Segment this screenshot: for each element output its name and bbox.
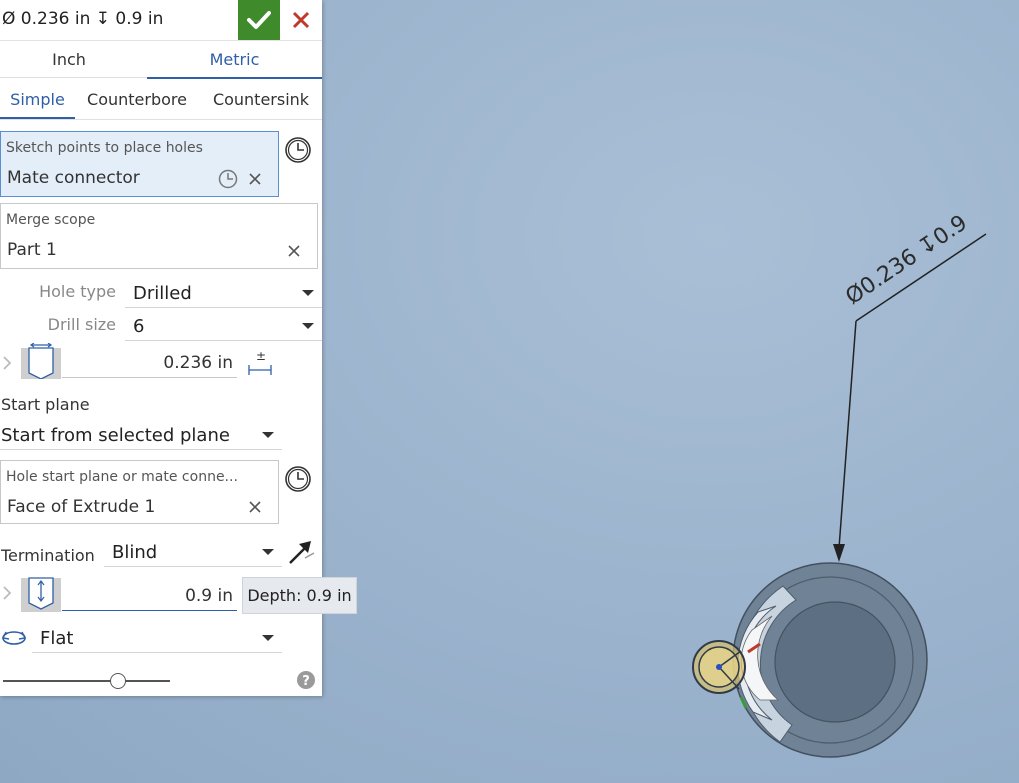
hole-depth-icon [21, 577, 61, 612]
merge-scope-field[interactable]: Merge scope Part 1 [0, 203, 318, 269]
hole-start-value[interactable]: Face of Extrude 1 [7, 497, 155, 517]
dialog-title: Ø 0.236 in ↧ 0.9 in [2, 9, 164, 29]
hole-start-label: Hole start plane or mate conne... [6, 469, 238, 485]
configure-clock-icon[interactable] [284, 465, 312, 493]
hole-type-value: Drilled [133, 283, 192, 304]
hole-part-model[interactable] [732, 562, 928, 758]
chevron-down-icon [302, 323, 314, 329]
merge-scope-value[interactable]: Part 1 [7, 240, 57, 260]
hole-style-tabs: Simple Counterbore Countersink [0, 80, 322, 120]
chevron-down-icon [262, 549, 274, 555]
start-plane-label: Start plane [1, 395, 90, 414]
chevron-down-icon [262, 635, 274, 641]
unit-tabs: Inch Metric [0, 40, 322, 79]
dialog-header: Ø 0.236 in ↧ 0.9 in [0, 0, 322, 41]
cancel-button[interactable] [280, 0, 322, 40]
direction-arrow-icon[interactable] [287, 538, 317, 566]
merge-scope-label: Merge scope [6, 212, 96, 228]
drill-size-value: 6 [133, 316, 145, 337]
configure-clock-icon[interactable] [284, 136, 312, 164]
slider-track[interactable] [3, 680, 170, 682]
clear-icon [249, 501, 261, 513]
tip-angle-select[interactable]: Flat [32, 624, 282, 653]
hole-type-select[interactable]: Drilled [125, 279, 322, 308]
hole-diameter-icon [21, 343, 61, 379]
tip-value: Flat [40, 628, 74, 649]
tab-inch[interactable]: Inch [0, 40, 138, 78]
hole-type-label: Hole type [39, 282, 116, 301]
flip-direction-icon[interactable] [0, 624, 28, 650]
clear-hole-start-button[interactable] [246, 498, 264, 516]
tab-countersink[interactable]: Countersink [205, 80, 317, 118]
chevron-down-icon [262, 432, 274, 438]
tab-simple[interactable]: Simple [0, 80, 75, 119]
history-clock-icon[interactable] [218, 169, 238, 189]
accept-button[interactable] [238, 0, 280, 40]
chevron-down-icon [302, 290, 314, 296]
diameter-input[interactable]: 0.236 in [62, 349, 237, 378]
svg-text:?: ? [302, 674, 310, 689]
mate-connector-icon[interactable] [692, 640, 746, 694]
expand-chevron-icon[interactable] [2, 355, 12, 371]
drill-size-label: Drill size [47, 315, 116, 334]
depth-input[interactable]: 0.9 in [62, 582, 237, 611]
clear-icon [288, 245, 300, 257]
checkmark-icon [247, 11, 271, 29]
tab-metric[interactable]: Metric [147, 40, 322, 79]
termination-label: Termination [1, 546, 95, 565]
termination-select[interactable]: Blind [104, 538, 282, 567]
svg-text:±: ± [256, 350, 266, 363]
clear-merge-scope-button[interactable] [285, 242, 303, 260]
help-icon[interactable]: ? [296, 670, 316, 690]
depth-tooltip: Depth: 0.9 in [242, 577, 357, 614]
sketch-points-value[interactable]: Mate connector [7, 168, 140, 188]
termination-value: Blind [112, 542, 158, 563]
tab-counterbore[interactable]: Counterbore [80, 80, 194, 118]
start-plane-value: Start from selected plane [1, 425, 230, 446]
clear-sketch-points-button[interactable] [246, 170, 264, 188]
sketch-points-label: Sketch points to place holes [6, 140, 203, 156]
expand-chevron-icon[interactable] [2, 585, 12, 601]
drill-size-select[interactable]: 6 [125, 312, 322, 341]
start-plane-select[interactable]: Start from selected plane [0, 421, 282, 450]
callout-leader-line-2 [838, 320, 857, 549]
hole-callout-text[interactable]: Ø0.236 ↧0.9 [841, 211, 972, 310]
clear-icon [249, 173, 261, 185]
tolerance-icon[interactable]: ± [246, 350, 274, 376]
slider-thumb[interactable] [110, 673, 126, 689]
diameter-value: 0.236 in [163, 353, 233, 373]
hole-start-field[interactable]: Hole start plane or mate conne... Face o… [0, 460, 279, 524]
depth-value: 0.9 in [185, 586, 233, 606]
callout-arrowhead [833, 544, 845, 562]
close-icon [292, 11, 310, 29]
sketch-points-field[interactable]: Sketch points to place holes Mate connec… [0, 131, 279, 197]
